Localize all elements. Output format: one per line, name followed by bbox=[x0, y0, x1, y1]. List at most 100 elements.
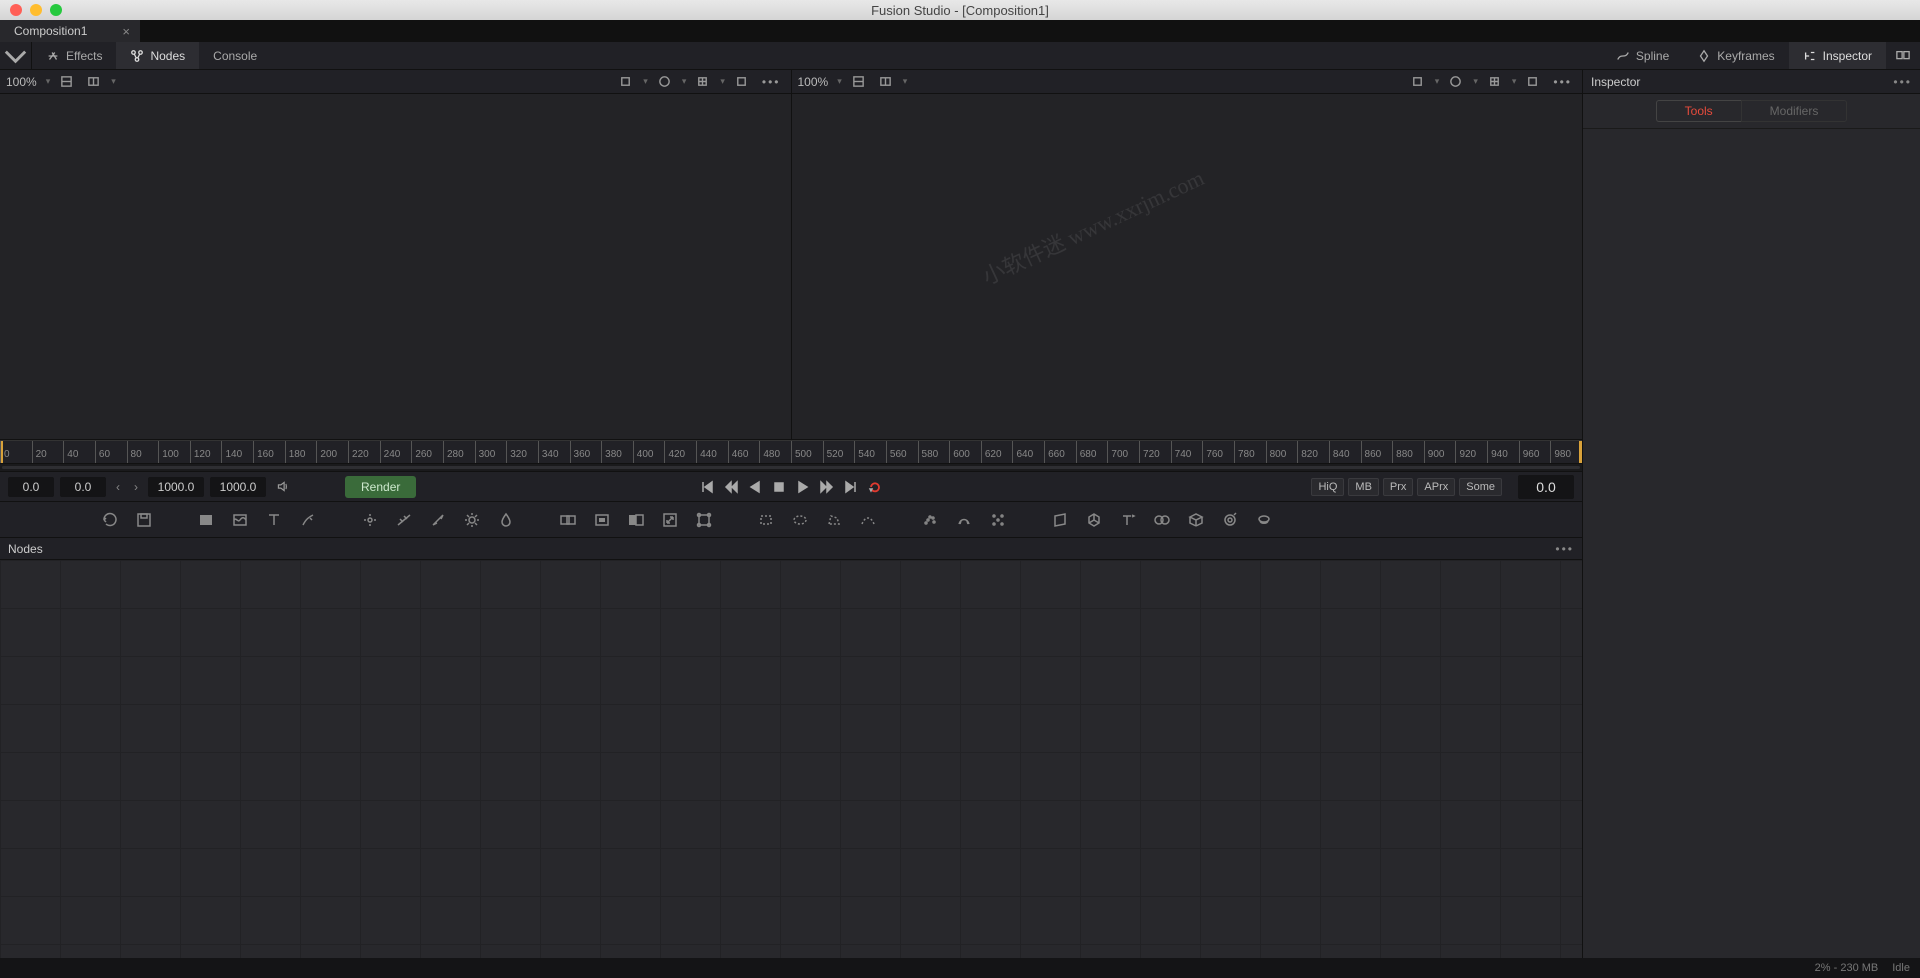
ruler-tick: 160 bbox=[253, 441, 274, 463]
merge-tool-icon[interactable] bbox=[558, 510, 578, 530]
mb-button[interactable]: MB bbox=[1348, 478, 1379, 496]
camera3d-tool-icon[interactable] bbox=[1220, 510, 1240, 530]
viewer-left-grid-button[interactable] bbox=[692, 73, 713, 90]
nodes-panel-options-button[interactable]: ••• bbox=[1555, 542, 1574, 556]
zoom-window-button[interactable] bbox=[50, 4, 62, 16]
viewer-right-options-button[interactable]: ••• bbox=[1549, 73, 1576, 91]
viewer-left-color-button[interactable] bbox=[654, 73, 675, 90]
renderer3d-tool-icon[interactable] bbox=[1186, 510, 1206, 530]
composition-tab-label: Composition1 bbox=[14, 24, 87, 38]
matte-tool-icon[interactable] bbox=[592, 510, 612, 530]
console-tab[interactable]: Console bbox=[199, 42, 271, 69]
viewer-left-options-button[interactable]: ••• bbox=[758, 73, 785, 91]
loop-button[interactable] bbox=[868, 480, 882, 494]
viewer-right-split-button[interactable] bbox=[875, 73, 896, 90]
transform-tool-icon[interactable] bbox=[694, 510, 714, 530]
ruler-tick: 960 bbox=[1519, 441, 1540, 463]
inspector-modifiers-tab[interactable]: Modifiers bbox=[1741, 100, 1848, 122]
effects-tab[interactable]: Effects bbox=[32, 42, 116, 69]
viewer-left-roi-button[interactable] bbox=[615, 73, 636, 90]
ruler-tick: 840 bbox=[1329, 441, 1350, 463]
prx-button[interactable]: Prx bbox=[1383, 478, 1414, 496]
some-button[interactable]: Some bbox=[1459, 478, 1502, 496]
ruler-tick: 460 bbox=[728, 441, 749, 463]
stop-button[interactable] bbox=[772, 480, 786, 494]
nodes-tab[interactable]: Nodes bbox=[116, 42, 199, 69]
layout-dropdown-button[interactable] bbox=[0, 42, 32, 69]
close-window-button[interactable] bbox=[10, 4, 22, 16]
inspector-tools-tab[interactable]: Tools bbox=[1656, 100, 1741, 122]
step-back-button[interactable]: ‹ bbox=[112, 480, 124, 494]
ruler-tick: 0 bbox=[0, 441, 10, 463]
polygon-mask-icon[interactable] bbox=[824, 510, 844, 530]
text3d-tool-icon[interactable] bbox=[1118, 510, 1138, 530]
channelbool-tool-icon[interactable] bbox=[626, 510, 646, 530]
light-tool-icon[interactable] bbox=[1254, 510, 1274, 530]
inspector-tab[interactable]: Inspector bbox=[1789, 42, 1886, 69]
viewer-left-zoom[interactable]: 100% bbox=[6, 75, 39, 89]
timeline-scrollbar[interactable] bbox=[0, 464, 1582, 472]
text-tool-icon[interactable] bbox=[264, 510, 284, 530]
global-in-field[interactable]: 0.0 bbox=[8, 477, 54, 497]
ruler-tick: 500 bbox=[791, 441, 812, 463]
pemitter-tool-icon[interactable] bbox=[988, 510, 1008, 530]
paint-tool-icon[interactable] bbox=[298, 510, 318, 530]
fast-forward-button[interactable] bbox=[820, 480, 834, 494]
tracker-tool-icon[interactable] bbox=[360, 510, 380, 530]
global-out-field[interactable]: 1000.0 bbox=[210, 477, 266, 497]
timeline-out-marker[interactable] bbox=[1579, 441, 1582, 463]
ruler-tick: 560 bbox=[886, 441, 907, 463]
merge3d-tool-icon[interactable] bbox=[1152, 510, 1172, 530]
background-tool-icon[interactable] bbox=[196, 510, 216, 530]
imageplane3d-tool-icon[interactable] bbox=[1050, 510, 1070, 530]
viewer-right-zoom[interactable]: 100% bbox=[798, 75, 831, 89]
viewer-right-single-button[interactable] bbox=[1522, 73, 1543, 90]
prender-tool-icon[interactable] bbox=[954, 510, 974, 530]
viewer-left-canvas[interactable] bbox=[0, 94, 791, 439]
shape3d-tool-icon[interactable] bbox=[1084, 510, 1104, 530]
ellipse-mask-icon[interactable] bbox=[790, 510, 810, 530]
viewer-right-grid-button[interactable] bbox=[1484, 73, 1505, 90]
node-graph[interactable] bbox=[0, 560, 1582, 958]
render-button[interactable]: Render bbox=[345, 476, 416, 498]
render-end-field[interactable]: 1000.0 bbox=[148, 477, 204, 497]
hue-tool-icon[interactable] bbox=[462, 510, 482, 530]
timeline-ruler[interactable]: 0204060801001201401601802002202402602803… bbox=[0, 440, 1582, 464]
audio-button[interactable] bbox=[272, 478, 293, 495]
viewer-right-color-button[interactable] bbox=[1445, 73, 1466, 90]
hiq-button[interactable]: HiQ bbox=[1311, 478, 1344, 496]
ruler-tick: 900 bbox=[1424, 441, 1445, 463]
close-tab-button[interactable]: × bbox=[122, 24, 130, 39]
viewer-left-split-button[interactable] bbox=[83, 73, 104, 90]
current-time-field[interactable]: 0.0 bbox=[1518, 475, 1574, 499]
rewind-button[interactable] bbox=[724, 480, 738, 494]
viewer-left-single-button[interactable] bbox=[731, 73, 752, 90]
aprx-button[interactable]: APrx bbox=[1417, 478, 1455, 496]
loader-tool-icon[interactable] bbox=[100, 510, 120, 530]
viewer-right-canvas[interactable]: 小软件迷 www.xxrjm.com bbox=[792, 94, 1583, 439]
blur-tool-icon[interactable] bbox=[496, 510, 516, 530]
brightness-tool-icon[interactable] bbox=[394, 510, 414, 530]
render-start-field[interactable]: 0.0 bbox=[60, 477, 106, 497]
minimize-window-button[interactable] bbox=[30, 4, 42, 16]
keyframes-tab[interactable]: Keyframes bbox=[1683, 42, 1788, 69]
viewer-left-fit-button[interactable] bbox=[56, 73, 77, 90]
step-forward-button[interactable]: › bbox=[130, 480, 142, 494]
viewer-right-fit-button[interactable] bbox=[848, 73, 869, 90]
composition-tab[interactable]: Composition1 × bbox=[0, 20, 140, 42]
particles-tool-icon[interactable] bbox=[920, 510, 940, 530]
inspector-options-button[interactable]: ••• bbox=[1893, 75, 1912, 89]
dual-monitor-button[interactable] bbox=[1886, 42, 1920, 69]
fastnoise-tool-icon[interactable] bbox=[230, 510, 250, 530]
go-last-button[interactable] bbox=[844, 480, 858, 494]
bspline-mask-icon[interactable] bbox=[858, 510, 878, 530]
go-first-button[interactable] bbox=[700, 480, 714, 494]
colorcorrect-tool-icon[interactable] bbox=[428, 510, 448, 530]
viewer-right-roi-button[interactable] bbox=[1407, 73, 1428, 90]
rectangle-mask-icon[interactable] bbox=[756, 510, 776, 530]
saver-tool-icon[interactable] bbox=[134, 510, 154, 530]
play-button[interactable] bbox=[796, 480, 810, 494]
play-reverse-button[interactable] bbox=[748, 480, 762, 494]
resize-tool-icon[interactable] bbox=[660, 510, 680, 530]
spline-tab[interactable]: Spline bbox=[1602, 42, 1683, 69]
